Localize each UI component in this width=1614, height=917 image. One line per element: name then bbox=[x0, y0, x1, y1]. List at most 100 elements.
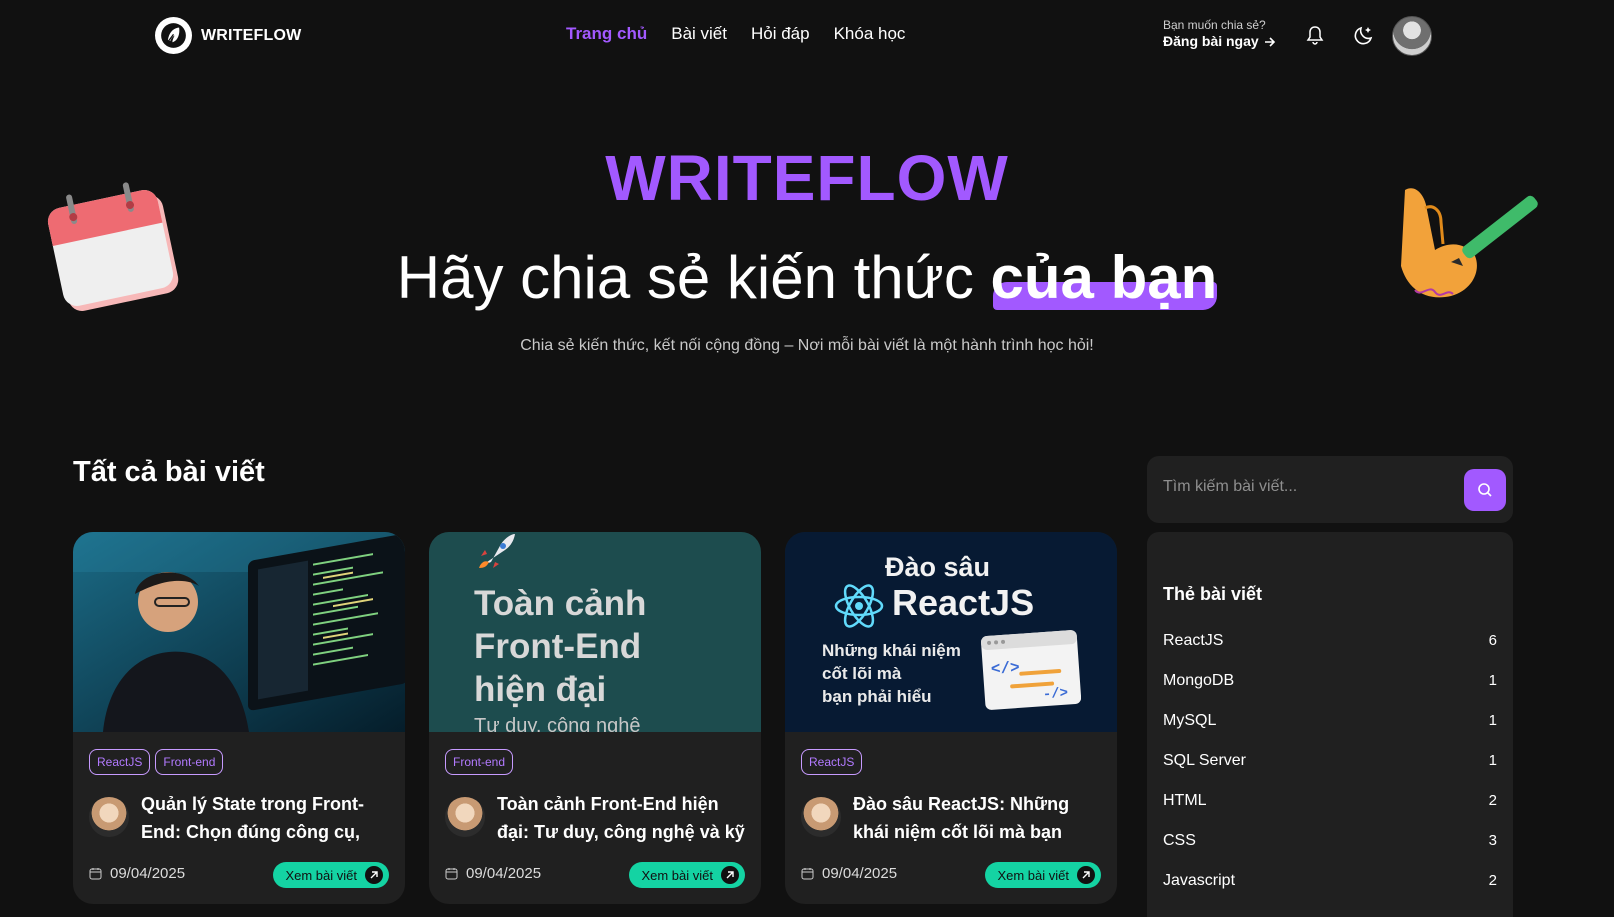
tags-panel-title: Thẻ bài viết bbox=[1163, 584, 1263, 604]
post-title[interactable]: Đào sâu ReactJS: Những khái niệm cốt lõi… bbox=[853, 790, 1103, 846]
post-thumbnail[interactable]: Đào sâu ReactJS Những khái niệm cốt lõi … bbox=[785, 532, 1117, 732]
thumb-line: hiện đại bbox=[474, 670, 607, 709]
author-avatar[interactable] bbox=[89, 797, 129, 837]
view-post-button[interactable]: Xem bài viết bbox=[985, 862, 1101, 888]
tag-name: MongoDB bbox=[1163, 672, 1235, 689]
view-post-label: Xem bài viết bbox=[285, 867, 357, 883]
section-title: Tất cả bài viết bbox=[73, 456, 265, 488]
tag-chip[interactable]: ReactJS bbox=[801, 749, 863, 775]
share-question: Bạn muốn chia sẻ? bbox=[1163, 18, 1266, 32]
author-avatar[interactable] bbox=[801, 797, 841, 837]
tag-name: ReactJS bbox=[1163, 632, 1224, 649]
nav-item-qa[interactable]: Hỏi đáp bbox=[751, 24, 810, 44]
tag-chip[interactable]: Front-end bbox=[155, 749, 224, 775]
thumb-line: Tư duy, công nghệ bbox=[474, 715, 641, 732]
logo-text: WRITEFLOW bbox=[201, 26, 302, 44]
post-tags: ReactJS Front-end bbox=[89, 749, 224, 775]
author-avatar[interactable] bbox=[445, 797, 485, 837]
post-card[interactable]: Đào sâu ReactJS Những khái niệm cốt lõi … bbox=[785, 532, 1117, 904]
tag-list-item[interactable]: MySQL 1 bbox=[1163, 712, 1497, 730]
search-box bbox=[1147, 456, 1513, 523]
post-date: 09/04/2025 bbox=[801, 865, 897, 882]
post-title[interactable]: Quản lý State trong Front-End: Chọn đúng… bbox=[141, 790, 391, 846]
tag-count: 3 bbox=[1488, 832, 1497, 849]
tag-list-item[interactable]: HTML 2 bbox=[1163, 792, 1497, 810]
tag-list-item[interactable]: ReactJS 6 bbox=[1163, 632, 1497, 650]
tag-count: 1 bbox=[1488, 752, 1497, 769]
create-post-link[interactable]: Đăng bài ngay bbox=[1163, 33, 1277, 51]
thumb-line: Đào sâu bbox=[885, 552, 991, 582]
hero-subtitle: Chia sẻ kiến thức, kết nối cộng đồng – N… bbox=[520, 337, 1094, 354]
arrow-up-right-icon bbox=[365, 866, 383, 884]
calendar-icon bbox=[445, 868, 458, 880]
share-prompt: Bạn muốn chia sẻ? Đăng bài ngay bbox=[1163, 18, 1277, 51]
react-logo-icon bbox=[834, 584, 884, 628]
tag-name: CSS bbox=[1163, 832, 1196, 849]
hero-title-highlight: của bạn bbox=[991, 240, 1218, 316]
nav-item-courses[interactable]: Khóa học bbox=[834, 24, 906, 44]
tag-name: HTML bbox=[1163, 792, 1207, 809]
arrow-right-icon bbox=[1264, 37, 1275, 47]
thumb-line: ReactJS bbox=[892, 582, 1035, 623]
tag-name: MySQL bbox=[1163, 712, 1217, 729]
post-date-text: 09/04/2025 bbox=[110, 865, 186, 882]
tag-list-item[interactable]: Javascript 2 bbox=[1163, 872, 1497, 890]
calendar-icon bbox=[801, 868, 814, 880]
tag-name: SQL Server bbox=[1163, 752, 1246, 769]
tag-list-item[interactable]: CSS 3 bbox=[1163, 832, 1497, 850]
hero-title-text: Hãy chia sẻ kiến thức bbox=[396, 244, 991, 311]
nav-item-home[interactable]: Trang chủ bbox=[566, 24, 647, 44]
create-post-label: Đăng bài ngay bbox=[1163, 33, 1259, 49]
tag-chip[interactable]: ReactJS bbox=[89, 749, 151, 775]
code-window-icon: </> -/> bbox=[981, 630, 1081, 710]
site-logo[interactable]: WRITEFLOW bbox=[155, 17, 301, 54]
view-post-button[interactable]: Xem bài viết bbox=[629, 862, 745, 888]
calendar-icon bbox=[89, 868, 102, 880]
bell-icon[interactable] bbox=[1302, 22, 1328, 48]
post-card[interactable]: Toàn cảnh Front-End hiện đại Tư duy, côn… bbox=[429, 532, 761, 904]
tag-count: 2 bbox=[1488, 792, 1497, 809]
tag-chip[interactable]: Front-end bbox=[445, 749, 514, 775]
thumb-line: cốt lõi mà bbox=[822, 664, 902, 683]
user-avatar[interactable] bbox=[1392, 16, 1432, 56]
main-nav: Trang chủ Bài viết Hỏi đáp Khóa học bbox=[566, 24, 905, 44]
search-input[interactable] bbox=[1163, 478, 1453, 496]
post-thumbnail[interactable]: Toàn cảnh Front-End hiện đại Tư duy, côn… bbox=[429, 532, 761, 732]
view-post-button[interactable]: Xem bài viết bbox=[273, 862, 389, 888]
view-post-label: Xem bài viết bbox=[997, 867, 1069, 883]
tag-count: 1 bbox=[1488, 672, 1497, 689]
tag-list-item[interactable]: MongoDB 1 bbox=[1163, 672, 1497, 690]
svg-text:-/>: -/> bbox=[1042, 685, 1068, 703]
post-date: 09/04/2025 bbox=[445, 865, 541, 882]
post-card[interactable]: ReactJS Front-end Quản lý State trong Fr… bbox=[73, 532, 405, 904]
moon-theme-icon[interactable] bbox=[1351, 22, 1377, 48]
tag-count: 6 bbox=[1488, 632, 1497, 649]
thumb-line: Toàn cảnh bbox=[474, 584, 647, 623]
rocket-icon bbox=[479, 534, 515, 568]
post-title[interactable]: Toàn cảnh Front-End hiện đại: Tư duy, cô… bbox=[497, 790, 747, 846]
post-date: 09/04/2025 bbox=[89, 865, 185, 882]
search-icon bbox=[1478, 483, 1492, 497]
nav-item-posts[interactable]: Bài viết bbox=[671, 24, 727, 44]
tag-count: 2 bbox=[1488, 872, 1497, 889]
arrow-up-right-icon bbox=[721, 866, 739, 884]
tag-name: Javascript bbox=[1163, 872, 1236, 889]
tags-panel: Thẻ bài viết ReactJS 6 MongoDB 1 MySQL 1 SQ… bbox=[1147, 532, 1513, 917]
tag-count: 1 bbox=[1488, 712, 1497, 729]
view-post-label: Xem bài viết bbox=[641, 867, 713, 883]
post-thumbnail[interactable] bbox=[73, 532, 405, 732]
svg-text:</>: </> bbox=[990, 659, 1020, 679]
thumb-line: Những khái niệm bbox=[822, 641, 961, 660]
feather-logo-icon bbox=[155, 17, 192, 54]
post-tags: Front-end bbox=[445, 749, 514, 775]
hero-title: Hãy chia sẻ kiến thức của bạn bbox=[0, 240, 1614, 316]
thumb-line: Front-End bbox=[474, 627, 642, 666]
post-tags: ReactJS bbox=[801, 749, 863, 775]
arrow-up-right-icon bbox=[1077, 866, 1095, 884]
post-date-text: 09/04/2025 bbox=[466, 865, 542, 882]
thumb-line: bạn phải hiểu bbox=[822, 687, 932, 706]
search-button[interactable] bbox=[1464, 469, 1506, 511]
post-date-text: 09/04/2025 bbox=[822, 865, 898, 882]
tag-list-item[interactable]: SQL Server 1 bbox=[1163, 752, 1497, 770]
hero-brand: WRITEFLOW bbox=[605, 142, 1009, 214]
